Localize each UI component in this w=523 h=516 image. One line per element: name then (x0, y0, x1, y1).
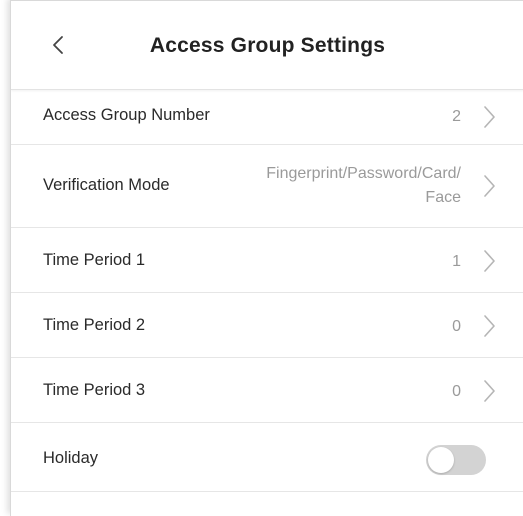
verification-mode-row[interactable]: Verification Mode Fingerprint/Password/C… (11, 145, 523, 228)
chevron-right-icon (482, 104, 496, 130)
row-label: Time Period 3 (43, 381, 146, 399)
time-period-2-row[interactable]: Time Period 2 0 (11, 293, 523, 358)
row-value: 2 (452, 108, 461, 125)
chevron-right-icon (482, 173, 496, 199)
chevron-right-icon (482, 378, 496, 404)
row-label: Time Period 1 (43, 251, 146, 269)
time-period-1-row[interactable]: Time Period 1 1 (11, 228, 523, 293)
toggle-knob (428, 447, 454, 473)
row-value-line2: Face (425, 189, 461, 206)
time-period-3-row[interactable]: Time Period 3 0 (11, 358, 523, 423)
row-value: 0 (452, 318, 461, 335)
row-value: 0 (452, 383, 461, 400)
row-label: Access Group Number (43, 106, 210, 124)
access-group-number-row[interactable]: Access Group Number 2 (11, 90, 523, 145)
settings-screen: Access Group Settings Access Group Numbe… (10, 0, 523, 516)
row-label: Holiday (43, 449, 99, 467)
chevron-right-icon (482, 248, 496, 274)
chevron-right-icon (482, 313, 496, 339)
row-label: Time Period 2 (43, 316, 146, 334)
row-label: Verification Mode (43, 176, 170, 194)
holiday-row: Holiday (11, 423, 523, 492)
page-title: Access Group Settings (149, 34, 386, 57)
header-bar: Access Group Settings (11, 1, 523, 90)
row-value: 1 (452, 253, 461, 270)
row-value-line1: Fingerprint/Password/Card/ (266, 165, 461, 182)
holiday-toggle[interactable] (426, 445, 486, 475)
